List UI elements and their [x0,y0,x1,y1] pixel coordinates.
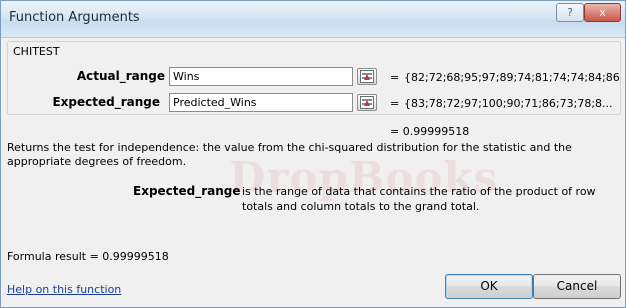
close-button[interactable]: x [584,3,621,22]
function-name: CHITEST [13,45,60,58]
actual-range-label: Actual_range [76,69,165,83]
expected-range-input[interactable]: Predicted_Wins [169,93,353,112]
actual-range-collapse-icon[interactable] [357,68,377,85]
expected-range-equals: = [390,97,400,110]
actual-range-value: {82;72;68;95;97;89;74;81;74;74;84;86 [404,71,620,84]
argument-help-text: is the range of data that contains the r… [242,185,596,213]
title-bar: Function Arguments ? x [1,1,625,38]
expected-range-label: Expected_range [52,95,160,109]
help-on-function-link[interactable]: Help on this function [7,283,121,296]
formula-result: Formula result = 0.99999518 [7,250,169,263]
argument-help-name: Expected_range [133,184,241,198]
function-result-value: = 0.99999518 [390,125,470,138]
function-arguments-dialog: Function Arguments ? x CHITEST Actual_ra… [0,0,626,308]
actual-range-equals: = [390,71,400,84]
dialog-title: Function Arguments [9,10,140,25]
help-button[interactable]: ? [556,3,584,22]
expected-range-collapse-icon[interactable] [357,94,377,111]
ok-button[interactable]: OK [445,274,533,299]
expected-range-value: {83;78;72;97;100;90;71;86;73;78;8... [404,97,613,110]
actual-range-input[interactable]: Wins [169,67,353,86]
cancel-button[interactable]: Cancel [533,274,621,299]
